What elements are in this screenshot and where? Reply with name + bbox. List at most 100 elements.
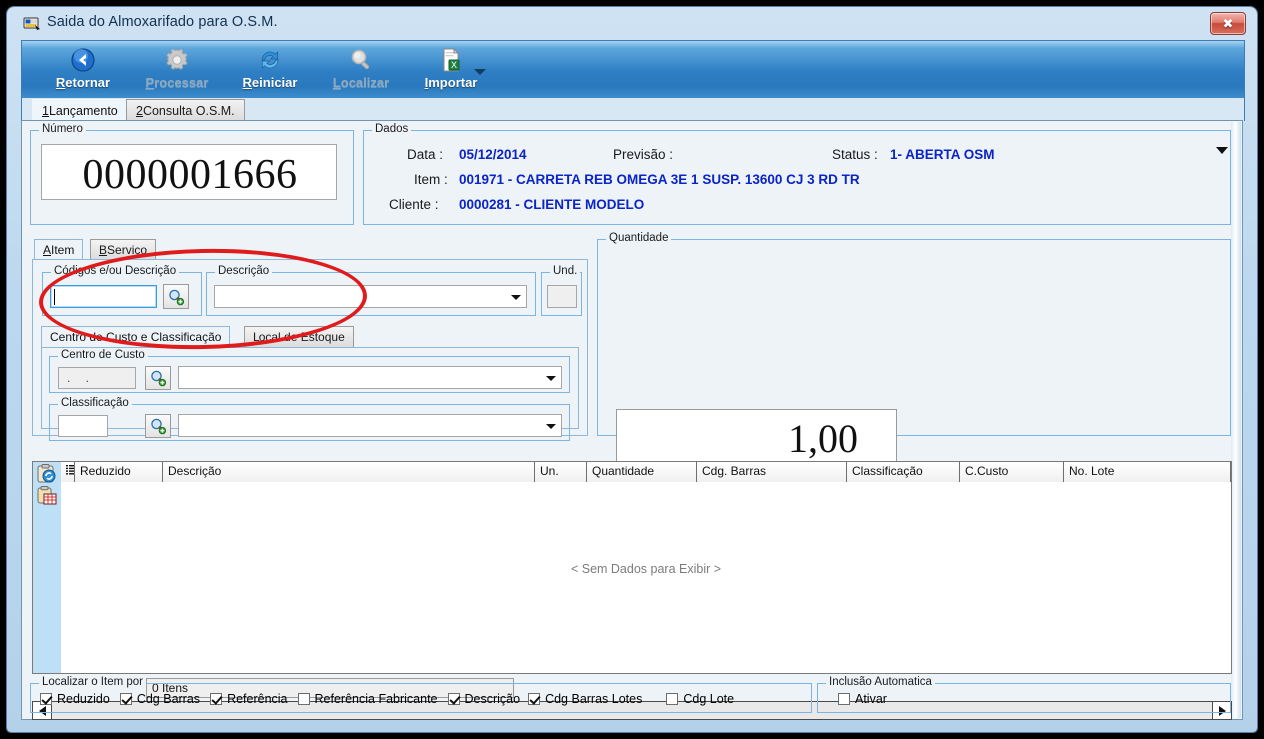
grid-column-header[interactable]: Reduzido xyxy=(75,462,163,482)
data-label: Data : xyxy=(407,147,444,162)
toolbar-label-importar: Importar xyxy=(424,75,478,90)
numero-field[interactable]: 0000001666 xyxy=(41,144,337,200)
svg-text:X: X xyxy=(451,60,457,70)
codigos-input[interactable] xyxy=(50,285,157,308)
dados-caption: Dados xyxy=(372,123,412,135)
refresh-icon xyxy=(257,46,283,74)
classificacao-combo[interactable] xyxy=(178,414,562,437)
descricao-group: Descrição xyxy=(206,265,536,316)
clipboard-refresh-icon[interactable] xyxy=(36,464,58,487)
toolbar: Retornar Processar Reiniciar Localizar X… xyxy=(21,40,1245,99)
toolbar-label-retornar: Retornar xyxy=(55,75,111,90)
quantidade-value: 1,00 xyxy=(788,416,858,461)
checkbox-label: Cdg Barras Lotes xyxy=(545,692,643,706)
codigos-lookup-button[interactable] xyxy=(163,284,189,309)
client-area: Número 0000001666 Dados Data : 05/12/201… xyxy=(21,120,1243,720)
toolbar-button-processar[interactable]: Processar xyxy=(129,44,225,94)
unidade-field[interactable] xyxy=(547,285,577,308)
clipboard-table-icon[interactable] xyxy=(36,486,58,509)
checkbox-box xyxy=(666,693,679,705)
grid-header-row: Reduzido Descrição Un. Quantidade Cdg. Barra… xyxy=(61,462,1231,483)
checkbox-label: Cdg Barras xyxy=(136,692,201,706)
unidade-caption: Und. xyxy=(550,265,581,277)
numero-group: Número 0000001666 xyxy=(30,123,354,225)
localizar-option-1[interactable]: Cdg Barras xyxy=(119,692,201,706)
items-grid: Reduzido Descrição Un. Quantidade Cdg. Barra… xyxy=(32,461,1232,674)
checkbox-label: Cdg Lote xyxy=(683,692,735,706)
localizar-option-3[interactable]: Referência Fabricante xyxy=(297,692,438,706)
subtab-item[interactable]: A Item xyxy=(34,239,84,260)
grid-column-header[interactable]: No. Lote xyxy=(1064,462,1231,482)
subtab-local-estoque[interactable]: Local de Estoque xyxy=(244,326,354,348)
chevron-down-icon xyxy=(546,375,556,381)
localizar-option-5[interactable]: Cdg Barras Lotes xyxy=(528,692,642,706)
unidade-group: Und. xyxy=(541,265,582,316)
grid-column-header[interactable]: Descrição xyxy=(163,462,535,482)
grid-column-header[interactable]: Quantidade xyxy=(587,462,697,482)
previsao-label: Previsão : xyxy=(613,147,674,162)
app-icon xyxy=(23,15,41,31)
inclusao-options: Ativar xyxy=(838,692,887,708)
checkbox-box xyxy=(528,693,541,705)
status-value: 1- ABERTA OSM xyxy=(890,147,995,162)
close-icon: ✖ xyxy=(1222,16,1234,31)
numero-caption: Número xyxy=(39,123,86,135)
grid-body: < Sem Dados para Exibir > xyxy=(61,482,1231,673)
centro-custo-lookup-button[interactable] xyxy=(145,366,171,390)
application-window: Saida do Almoxarifado para O.S.M. ✖ Reto… xyxy=(7,7,1257,732)
grid-column-header[interactable]: Cdg. Barras xyxy=(697,462,847,482)
subtab-item-accel: A xyxy=(43,242,52,257)
grid-column-header[interactable]: Classificação xyxy=(847,462,960,482)
grid-column-header[interactable]: C.Custo xyxy=(960,462,1064,482)
quantidade-dropdown-chevron-down-icon[interactable] xyxy=(1216,147,1228,154)
tab-lancamento-accel: 1 xyxy=(42,104,49,118)
checkbox-box xyxy=(297,693,310,705)
grid-column-selector-icon[interactable] xyxy=(61,462,75,482)
excel-import-icon: X xyxy=(438,46,464,74)
localizar-option-2[interactable]: Referência xyxy=(210,692,288,706)
localizar-option-6[interactable]: Cdg Lote xyxy=(666,692,734,706)
checkbox-label: Referência xyxy=(227,692,288,706)
magnifier-icon xyxy=(348,46,374,74)
page-tab-strip: 1 Lançamento 2 Consulta O.S.M. xyxy=(21,98,1245,123)
tab-lancamento[interactable]: 1 Lançamento xyxy=(32,99,128,122)
subtab-servico-accel: B xyxy=(99,242,108,257)
classificacao-lookup-button[interactable] xyxy=(145,414,171,438)
inclusao-ativar-checkbox[interactable]: Ativar xyxy=(838,692,887,706)
quantidade-caption: Quantidade xyxy=(606,232,672,244)
gear-icon xyxy=(164,46,190,74)
localizar-option-0[interactable]: Reduzido xyxy=(40,692,110,706)
quantidade-field[interactable]: 1,00 xyxy=(616,409,897,466)
subtab-local-estoque-label: ocal de Estoque xyxy=(258,330,345,344)
window-title: Saida do Almoxarifado para O.S.M. xyxy=(47,14,278,30)
descricao-caption: Descrição xyxy=(215,265,273,277)
centro-custo-combo[interactable] xyxy=(178,366,562,389)
subtab-centro-custo-classificacao[interactable]: Centro de Custo e Classificação xyxy=(41,326,231,348)
descricao-combo[interactable] xyxy=(214,285,527,308)
localizar-options: Reduzido Cdg Barras Referência Referência F… xyxy=(40,692,734,708)
centro-custo-code-value: . . xyxy=(67,371,96,385)
codigos-caption: Códigos e/ou Descrição xyxy=(51,265,180,277)
cliente-label: Cliente : xyxy=(389,197,439,212)
centro-custo-code-input[interactable]: . . xyxy=(58,367,136,389)
checkbox-label: Ativar xyxy=(855,692,887,706)
classificacao-code-input[interactable] xyxy=(58,415,108,437)
back-arrow-icon xyxy=(70,46,96,74)
checkbox-box xyxy=(119,693,132,705)
subtab-servico[interactable]: B Serviço xyxy=(90,239,157,260)
toolbar-label-localizar: Localizar xyxy=(332,75,390,90)
toolbar-button-localizar[interactable]: Localizar xyxy=(315,44,407,94)
close-button[interactable]: ✖ xyxy=(1210,12,1246,35)
checkbox-label: Referência Fabricante xyxy=(314,692,438,706)
classificacao-caption: Classificação xyxy=(58,397,132,409)
toolbar-button-retornar[interactable]: Retornar xyxy=(37,44,129,94)
toolbar-overflow-chevron-down-icon[interactable] xyxy=(474,69,486,75)
localizar-caption: Localizar o Item por xyxy=(39,676,146,688)
chevron-down-icon xyxy=(511,294,521,300)
toolbar-button-reiniciar[interactable]: Reiniciar xyxy=(225,44,315,94)
numero-value: 0000001666 xyxy=(82,152,298,198)
localizar-option-4[interactable]: Descrição xyxy=(447,692,521,706)
magnifier-add-icon xyxy=(151,418,167,435)
checkbox-label: Descrição xyxy=(464,692,521,706)
grid-column-header[interactable]: Un. xyxy=(535,462,587,482)
